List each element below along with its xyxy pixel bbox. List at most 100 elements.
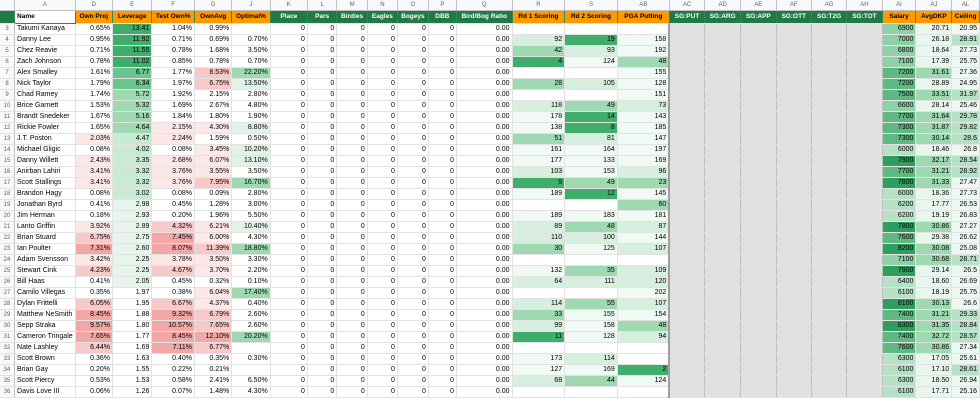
data-cell[interactable]: 0: [270, 331, 308, 343]
data-cell[interactable]: 0.00: [456, 232, 513, 244]
data-cell[interactable]: 0: [307, 254, 338, 266]
data-cell[interactable]: 0: [336, 342, 368, 354]
row-number[interactable]: 7: [0, 67, 15, 79]
data-cell[interactable]: 2.60: [112, 243, 153, 255]
column-letter[interactable]: M: [336, 0, 368, 11]
data-cell[interactable]: 1.79%: [75, 78, 113, 90]
data-cell[interactable]: 18.46: [915, 144, 953, 156]
player-name-cell[interactable]: Zach Johnson: [14, 56, 76, 68]
data-cell[interactable]: [811, 375, 848, 387]
data-cell[interactable]: 0.00: [456, 100, 513, 112]
data-cell[interactable]: 3.35: [112, 155, 153, 167]
data-cell[interactable]: 4.30%: [231, 386, 271, 398]
data-cell[interactable]: 0: [307, 34, 338, 46]
data-cell[interactable]: 7500: [882, 89, 917, 101]
data-cell[interactable]: 158: [617, 34, 671, 46]
data-cell[interactable]: 0.40%: [231, 298, 271, 310]
data-cell[interactable]: [704, 144, 742, 156]
data-cell[interactable]: 0: [428, 364, 457, 376]
data-cell[interactable]: 124: [617, 375, 671, 387]
data-cell[interactable]: [704, 122, 742, 134]
data-cell[interactable]: 0: [336, 177, 368, 189]
data-cell[interactable]: [740, 122, 777, 134]
data-cell[interactable]: [811, 199, 848, 211]
data-cell[interactable]: 17.71: [915, 386, 953, 398]
data-cell[interactable]: 0: [336, 353, 368, 365]
data-cell[interactable]: 6.04%: [194, 287, 233, 299]
data-cell[interactable]: 0: [397, 254, 429, 266]
data-cell[interactable]: 3.76%: [151, 177, 195, 189]
data-cell[interactable]: 2.67%: [194, 100, 233, 112]
data-cell[interactable]: 2.89: [112, 221, 153, 233]
player-name-cell[interactable]: Ian Poulter: [14, 243, 76, 255]
column-header[interactable]: OwnAvg: [194, 10, 233, 24]
data-cell[interactable]: [776, 232, 812, 244]
data-cell[interactable]: 1.96%: [194, 210, 233, 222]
data-cell[interactable]: 8100: [882, 298, 917, 310]
data-cell[interactable]: 0: [428, 375, 457, 387]
row-number[interactable]: 6: [0, 56, 15, 68]
data-cell[interactable]: [811, 232, 848, 244]
data-cell[interactable]: 0: [307, 287, 338, 299]
data-cell[interactable]: 0: [270, 221, 308, 233]
data-cell[interactable]: 0: [428, 221, 457, 233]
data-cell[interactable]: 0: [336, 298, 368, 310]
data-cell[interactable]: [669, 56, 706, 68]
data-cell[interactable]: 4.64: [112, 122, 153, 134]
data-cell[interactable]: 0: [397, 221, 429, 233]
data-cell[interactable]: 35: [564, 265, 618, 277]
data-cell[interactable]: 0: [270, 34, 308, 46]
data-cell[interactable]: 0: [336, 320, 368, 332]
data-cell[interactable]: 0: [428, 56, 457, 68]
data-cell[interactable]: 0: [367, 23, 398, 35]
column-header[interactable]: SG:T2G: [811, 10, 848, 24]
player-name-cell[interactable]: Stewart Cink: [14, 265, 76, 277]
data-cell[interactable]: 0: [428, 166, 457, 178]
data-cell[interactable]: 1.28%: [194, 199, 233, 211]
data-cell[interactable]: 6.00%: [194, 232, 233, 244]
data-cell[interactable]: 2.93: [112, 210, 153, 222]
data-cell[interactable]: [740, 243, 777, 255]
data-cell[interactable]: [776, 100, 812, 112]
data-cell[interactable]: [512, 67, 566, 79]
data-cell[interactable]: 1.97%: [151, 78, 195, 90]
data-cell[interactable]: 11.39%: [194, 243, 233, 255]
data-cell[interactable]: 11.92: [112, 34, 153, 46]
data-cell[interactable]: [811, 133, 848, 145]
data-cell[interactable]: [704, 100, 742, 112]
data-cell[interactable]: 0: [428, 232, 457, 244]
data-cell[interactable]: [740, 133, 777, 145]
data-cell[interactable]: 3.70%: [194, 265, 233, 277]
data-cell[interactable]: 28.54: [951, 155, 980, 167]
data-cell[interactable]: [617, 386, 671, 398]
data-cell[interactable]: 0: [367, 309, 398, 321]
row-number[interactable]: 19: [0, 199, 15, 211]
data-cell[interactable]: 0.78%: [151, 45, 195, 57]
data-cell[interactable]: 6.44%: [75, 342, 113, 354]
data-cell[interactable]: 0: [367, 232, 398, 244]
player-name-cell[interactable]: Brandt Snedeker: [14, 111, 76, 123]
data-cell[interactable]: 1.59%: [194, 133, 233, 145]
data-cell[interactable]: 0: [336, 232, 368, 244]
data-cell[interactable]: 7700: [882, 111, 917, 123]
data-cell[interactable]: [704, 23, 742, 35]
data-cell[interactable]: 100: [564, 232, 618, 244]
data-cell[interactable]: 7400: [882, 309, 917, 321]
data-cell[interactable]: 28.14: [915, 100, 953, 112]
data-cell[interactable]: 99: [512, 320, 566, 332]
data-cell[interactable]: [740, 78, 777, 90]
data-cell[interactable]: 33: [512, 309, 566, 321]
data-cell[interactable]: [564, 386, 618, 398]
data-cell[interactable]: 2.15%: [151, 122, 195, 134]
data-cell[interactable]: 1.77: [112, 331, 153, 343]
data-cell[interactable]: 10.40%: [231, 221, 271, 233]
data-cell[interactable]: 6000: [882, 188, 917, 200]
data-cell[interactable]: [704, 386, 742, 398]
data-cell[interactable]: [846, 375, 883, 387]
data-cell[interactable]: [740, 331, 777, 343]
data-cell[interactable]: 1.69: [112, 342, 153, 354]
data-cell[interactable]: [740, 386, 777, 398]
data-cell[interactable]: 110: [512, 232, 566, 244]
column-header[interactable]: DBB: [428, 10, 457, 24]
column-letter[interactable]: A: [14, 0, 76, 11]
